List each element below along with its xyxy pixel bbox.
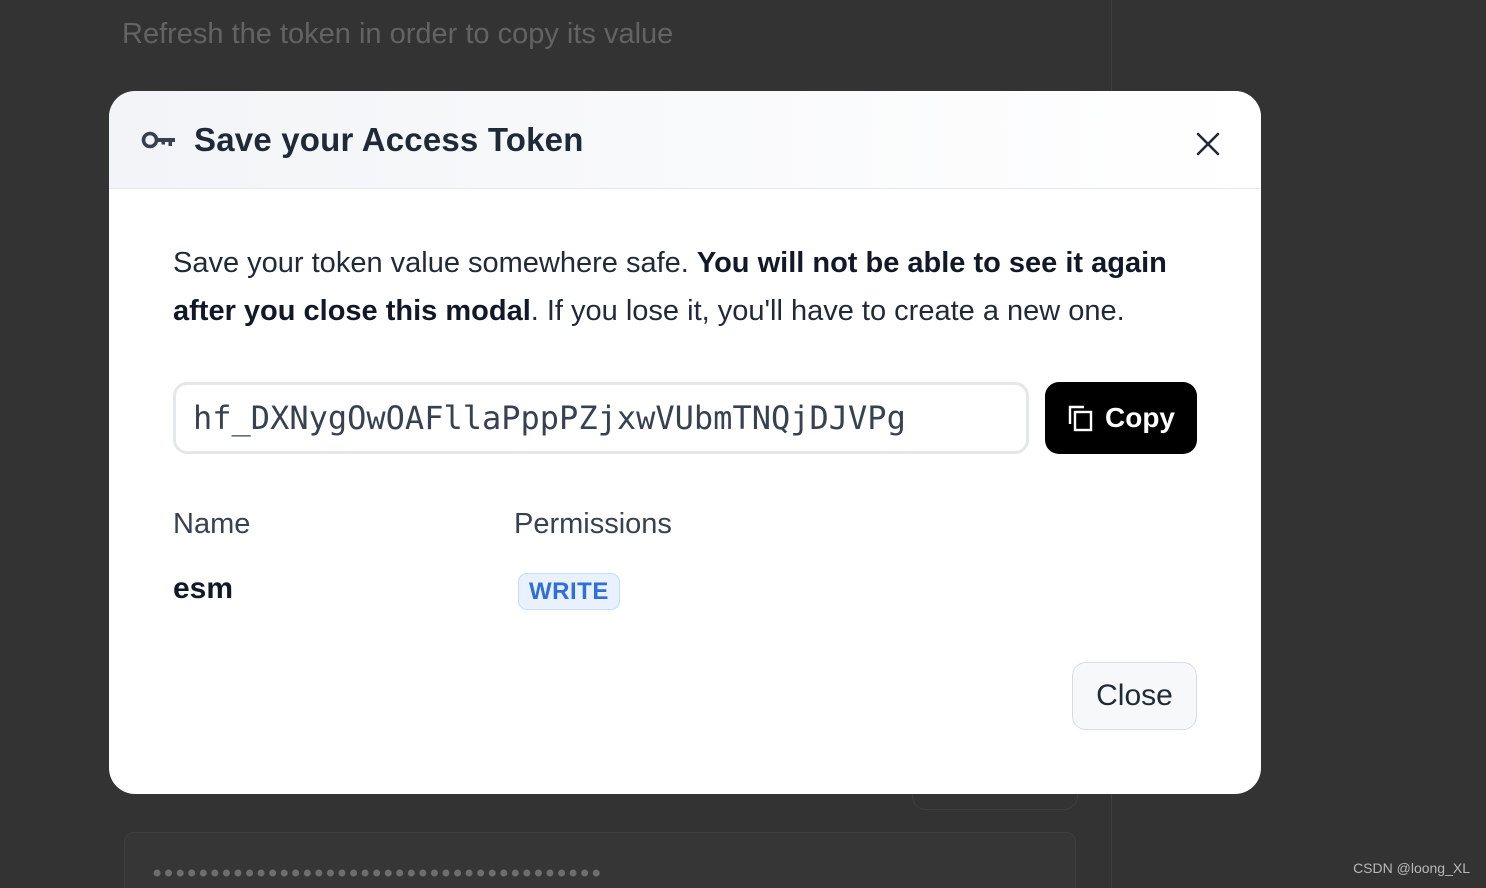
close-button[interactable]: Close [1072, 662, 1197, 730]
modal-description: Save your token value somewhere safe. Yo… [173, 239, 1203, 335]
modal-header: Save your Access Token [109, 91, 1261, 189]
description-tail: . If you lose it, you'll have to create … [530, 295, 1125, 327]
copy-button[interactable]: Copy [1045, 382, 1197, 454]
masked-token-value: ••••••••••••••••••••••••••••••••••••••• [150, 860, 603, 888]
column-header-name: Name [173, 508, 251, 540]
close-icon[interactable] [1195, 131, 1221, 157]
key-icon [141, 131, 175, 149]
permission-badge: WRITE [518, 573, 620, 610]
modal-title: Save your Access Token [194, 121, 584, 158]
watermark: CSDN @loong_XL [1353, 860, 1470, 876]
refresh-hint-text: Refresh the token in order to copy its v… [122, 18, 674, 50]
access-token-modal: Save your Access Token Save your token v… [109, 91, 1261, 794]
copy-icon [1068, 405, 1093, 432]
token-name-value: esm [173, 572, 234, 605]
description-lead: Save your token value somewhere safe. [173, 247, 697, 279]
token-value-field[interactable] [173, 382, 1029, 454]
copy-button-label: Copy [1105, 402, 1175, 433]
column-header-permissions: Permissions [514, 508, 672, 540]
